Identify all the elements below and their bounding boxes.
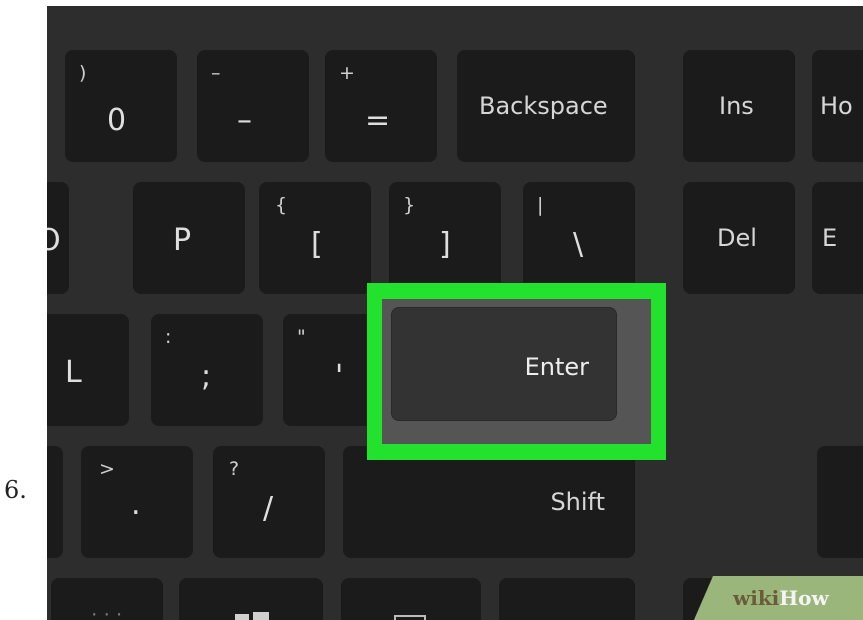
key-open-bracket-shifted: { xyxy=(275,194,288,216)
key-semicolon: : ; xyxy=(151,314,263,426)
key-quote-shifted: " xyxy=(297,326,306,348)
key-backspace-label: Backspace xyxy=(479,92,608,120)
watermark-wiki: wiki xyxy=(733,586,780,610)
key-minus-main: – xyxy=(237,103,252,138)
key-backspace: Backspace xyxy=(457,50,635,162)
key-right-partial xyxy=(817,446,863,558)
watermark-text: wikiHow xyxy=(733,586,829,610)
enter-key-highlight: Enter xyxy=(367,283,666,460)
key-backslash-main: \ xyxy=(573,227,584,262)
key-equals-main: = xyxy=(365,103,391,138)
key-backslash-shifted: | xyxy=(537,194,544,216)
key-equals-shifted: + xyxy=(339,62,355,84)
key-slash: ? / xyxy=(213,446,325,558)
key-slash-main: / xyxy=(263,491,274,526)
key-0-main: 0 xyxy=(107,103,127,138)
windows-logo-icon xyxy=(235,612,269,620)
key-del: Del xyxy=(683,182,795,294)
menu-key-icon xyxy=(394,615,426,620)
key-left-partial xyxy=(47,446,63,558)
key-period-shifted: > xyxy=(99,458,115,480)
key-bottom-1-partial: : : : xyxy=(91,606,123,620)
key-l: L xyxy=(47,314,129,426)
keyboard-illustration: ) 0 – – + = Backspace Ins Ho O P { [ } ]… xyxy=(47,6,863,620)
key-backslash: | \ xyxy=(523,182,635,294)
enter-key-label: Enter xyxy=(524,353,589,381)
key-o: O xyxy=(47,182,69,294)
key-l-main: L xyxy=(65,355,82,390)
key-equals: + = xyxy=(325,50,437,162)
key-semicolon-shifted: : xyxy=(165,326,172,348)
key-del-label: Del xyxy=(717,224,757,252)
key-open-bracket-main: [ xyxy=(311,227,323,262)
enter-key-highlight-inner: Enter xyxy=(382,299,651,444)
key-o-main: O xyxy=(47,223,61,258)
key-windows xyxy=(179,578,323,620)
key-period-main: . xyxy=(131,487,141,522)
key-open-bracket: { [ xyxy=(259,182,371,294)
key-ins-label: Ins xyxy=(719,92,754,120)
key-home-label: Ho xyxy=(820,92,853,120)
key-ins: Ins xyxy=(683,50,795,162)
key-bottom-1: : : : xyxy=(51,578,163,620)
key-end: E xyxy=(812,182,863,294)
key-p: P xyxy=(133,182,245,294)
key-slash-shifted: ? xyxy=(229,458,240,480)
key-end-label: E xyxy=(822,224,838,252)
key-minus-shifted: – xyxy=(211,62,221,84)
key-semicolon-main: ; xyxy=(201,359,212,394)
key-bottom-4 xyxy=(499,578,635,620)
key-quote-main: ' xyxy=(335,359,344,394)
watermark-how: How xyxy=(779,586,829,610)
key-0: ) 0 xyxy=(65,50,177,162)
key-close-bracket-shifted: } xyxy=(403,194,416,216)
wikihow-watermark: wikiHow xyxy=(687,576,863,620)
enter-key: Enter xyxy=(391,307,617,421)
key-home: Ho xyxy=(812,50,863,162)
key-close-bracket: } ] xyxy=(389,182,501,294)
key-minus: – – xyxy=(197,50,309,162)
key-menu xyxy=(341,578,481,620)
key-shift: Shift xyxy=(343,446,635,558)
key-0-shifted: ) xyxy=(79,62,87,84)
key-close-bracket-main: ] xyxy=(439,227,451,262)
key-period: > . xyxy=(81,446,193,558)
key-shift-label: Shift xyxy=(550,488,605,516)
step-number: 6. xyxy=(4,476,27,504)
key-p-main: P xyxy=(173,223,192,258)
